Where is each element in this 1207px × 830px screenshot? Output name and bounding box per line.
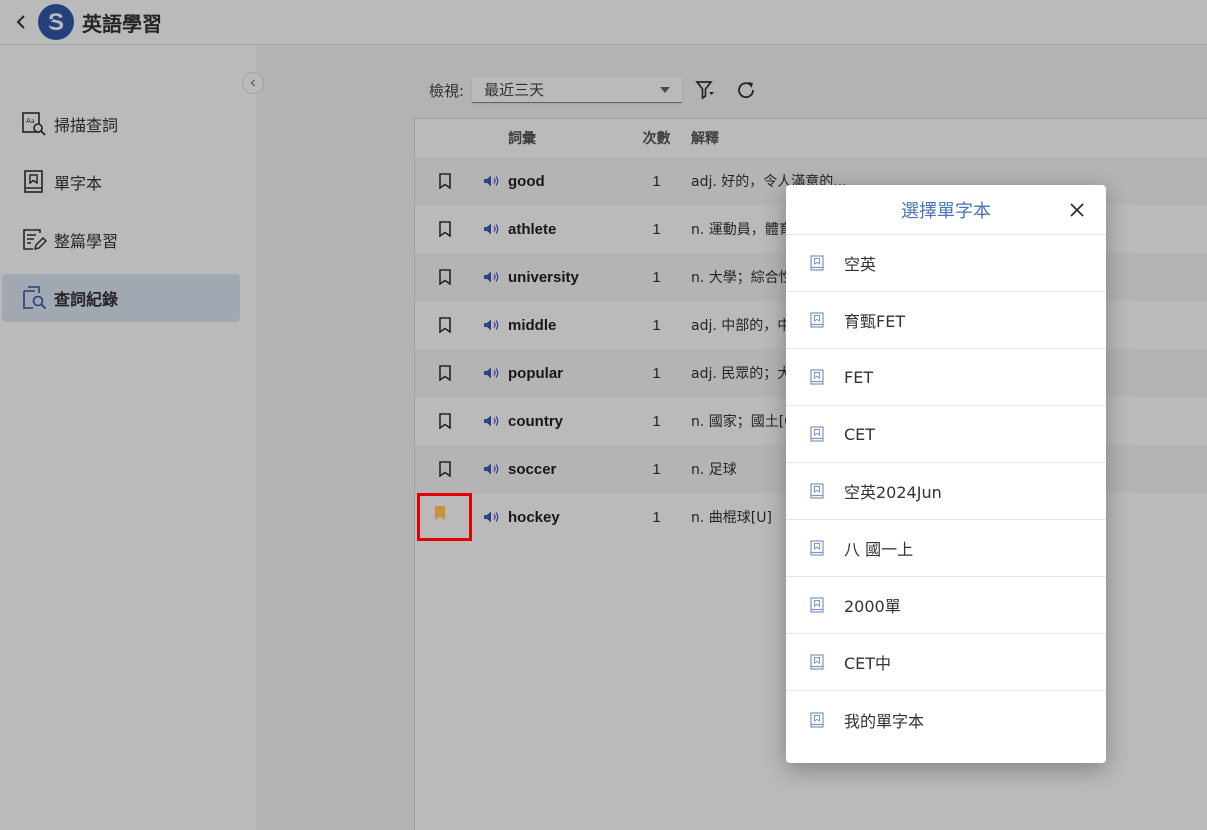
close-button[interactable] xyxy=(1064,197,1090,223)
wordbook-label: 育甄FET xyxy=(844,312,906,331)
wordbook-item[interactable]: 我的單字本 xyxy=(786,691,1106,748)
wordbook-item[interactable]: CET xyxy=(786,406,1106,463)
wordbook-icon xyxy=(810,312,824,328)
wordbook-item[interactable]: 空英 xyxy=(786,235,1106,292)
wordbook-label: 我的單字本 xyxy=(844,711,925,731)
wordbook-label: 2000單 xyxy=(844,597,901,616)
wordbook-item[interactable]: 育甄FET xyxy=(786,292,1106,349)
wordbook-label: 八 國一上 xyxy=(844,540,914,559)
wordbook-icon xyxy=(810,711,824,728)
wordbook-label: FET xyxy=(844,367,874,387)
wordbook-item[interactable]: 2000單 xyxy=(786,577,1106,634)
wordbook-icon xyxy=(810,597,824,613)
wordbook-icon xyxy=(810,540,824,556)
wordbook-label: CET xyxy=(844,424,876,444)
wordbook-icon xyxy=(810,255,824,271)
close-icon xyxy=(1070,203,1084,217)
bookmark-filled-icon[interactable] xyxy=(433,505,447,526)
wordbook-icon xyxy=(810,426,824,442)
wordbook-icon xyxy=(810,654,824,670)
wordbook-list: 空英 育甄FET FET CET 空英2024Jun 八 國一上 2000單 C… xyxy=(786,235,1106,748)
wordbook-item[interactable]: 空英2024Jun xyxy=(786,463,1106,520)
wordbook-item[interactable]: CET中 xyxy=(786,634,1106,691)
wordbook-icon xyxy=(810,369,824,385)
wordbook-label: CET中 xyxy=(844,654,892,673)
wordbook-icon xyxy=(810,483,824,499)
select-wordbook-dialog: 選擇單字本 空英 育甄FET FET CET 空英2024Jun 八 國一上 2… xyxy=(786,185,1106,763)
dialog-header: 選擇單字本 xyxy=(786,185,1106,235)
wordbook-item[interactable]: 八 國一上 xyxy=(786,520,1106,577)
dialog-title: 選擇單字本 xyxy=(901,200,991,222)
wordbook-label: 空英2024Jun xyxy=(844,483,942,502)
wordbook-label: 空英 xyxy=(844,255,877,274)
wordbook-item[interactable]: FET xyxy=(786,349,1106,406)
